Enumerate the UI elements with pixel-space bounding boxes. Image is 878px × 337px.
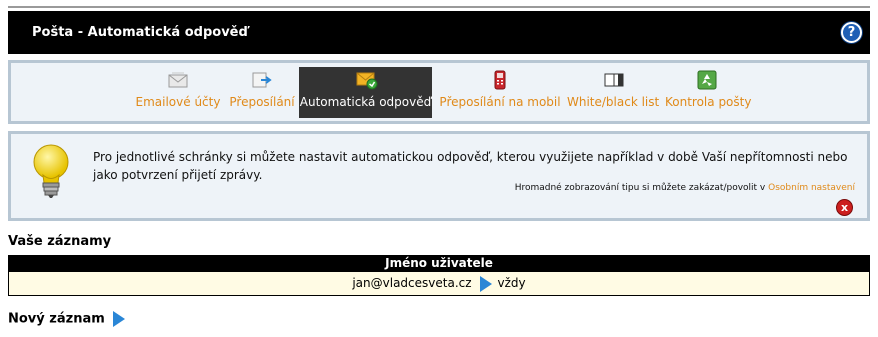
mail-nav: Emailové účty Přeposílání Automatická od…: [8, 60, 870, 124]
nav-item-forwarding[interactable]: Přeposílání: [227, 67, 297, 117]
add-arrow-icon: [112, 311, 125, 327]
title-bar: Pošta - Automatická odpověď ?: [8, 11, 870, 54]
record-when: vždy: [497, 276, 526, 290]
envelope-icon: [168, 70, 188, 90]
mobile-phone-icon: [490, 70, 510, 90]
nav-item-mobile-forwarding[interactable]: Přeposílání na mobil: [439, 67, 561, 117]
nav-label: Přeposílání: [229, 95, 295, 109]
nav-item-auto-reply[interactable]: Automatická odpověď: [299, 67, 432, 118]
records-section-title: Vaše záznamy: [8, 234, 112, 249]
nav-item-email-accounts[interactable]: Emailové účty: [135, 67, 221, 117]
auto-reply-icon: [356, 70, 377, 90]
nav-item-white-black-list[interactable]: White/black list: [567, 67, 659, 117]
book-icon: [603, 70, 624, 90]
top-divider: [8, 6, 870, 8]
tip-text: Pro jednotlivé schránky si můžete nastav…: [93, 150, 848, 182]
page-title: Pošta - Automatická odpověď: [32, 25, 248, 40]
tip-panel: Pro jednotlivé schránky si můžete nastav…: [8, 131, 870, 221]
close-tip-icon[interactable]: x: [836, 199, 853, 216]
record-email: jan@vladcesveta.cz: [352, 276, 472, 290]
nav-label: Kontrola pošty: [665, 95, 752, 109]
forward-icon: [252, 70, 272, 90]
recycle-icon: [697, 70, 717, 90]
tip-hint-text: Hromadné zobrazování tipu si můžete zaká…: [514, 183, 766, 193]
lightbulb-icon: [29, 142, 73, 200]
personal-settings-link[interactable]: Osobním nastavení: [768, 183, 855, 193]
nav-label: Emailové účty: [135, 95, 221, 109]
nav-label: Automatická odpověď: [299, 95, 432, 109]
nav-label: White/black list: [567, 95, 660, 109]
records-table: Jméno uživatele jan@vladcesveta.cz vždy: [8, 255, 870, 296]
tip-hint: Hromadné zobrazování tipu si můžete zaká…: [515, 183, 855, 193]
nav-label: Přeposílání na mobil: [439, 95, 561, 109]
new-record-label: Nový záznam: [8, 311, 105, 327]
nav-item-mail-check[interactable]: Kontrola pošty: [665, 67, 752, 117]
help-icon[interactable]: ?: [841, 22, 862, 43]
table-row: jan@vladcesveta.cz vždy: [8, 272, 870, 296]
edit-record-arrow-icon[interactable]: [479, 275, 492, 292]
column-header-username: Jméno uživatele: [8, 255, 870, 272]
new-record-button[interactable]: Nový záznam: [8, 311, 131, 327]
